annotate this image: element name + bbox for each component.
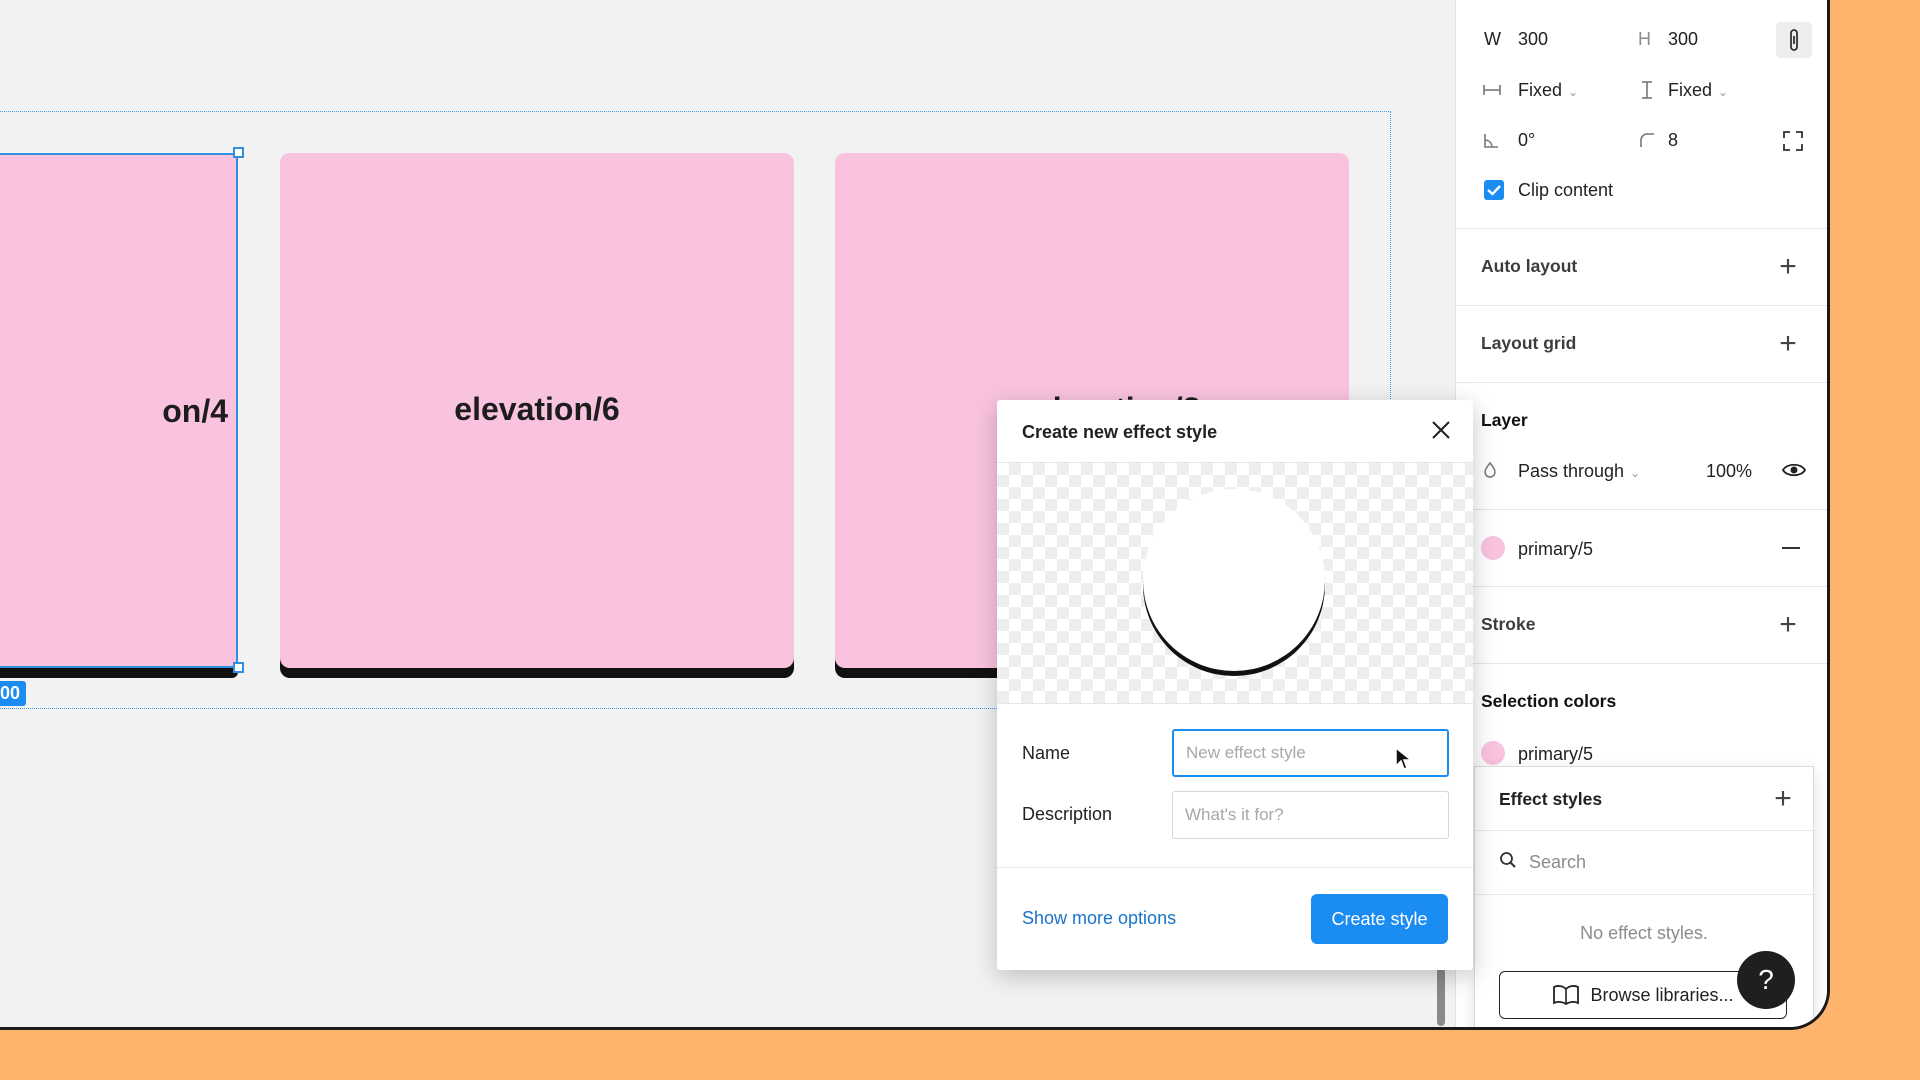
selection-color-name[interactable]: primary/5	[1518, 744, 1593, 765]
fill-section: primary/5	[1456, 509, 1827, 586]
card-label: elevation/6	[454, 391, 620, 427]
height-input[interactable]: 300	[1668, 29, 1698, 50]
show-more-options-link[interactable]: Show more options	[1022, 908, 1176, 929]
section-title: Stroke	[1481, 614, 1536, 634]
eye-icon[interactable]	[1782, 461, 1806, 479]
section-title: Layer	[1481, 410, 1528, 430]
remove-fill-button[interactable]	[1782, 547, 1800, 549]
effect-styles-search-input[interactable]: Search	[1529, 852, 1586, 873]
h-resizing-value: Fixed	[1518, 80, 1563, 100]
height-label: H	[1638, 29, 1651, 49]
stroke-section: Stroke +	[1456, 586, 1827, 663]
book-icon	[1553, 985, 1580, 1006]
layer-opacity-input[interactable]: 100%	[1706, 461, 1752, 482]
fill-color-swatch[interactable]	[1481, 536, 1505, 560]
canvas-scrollbar[interactable]	[1437, 968, 1445, 1026]
constrain-proportions-button[interactable]	[1776, 22, 1812, 58]
empty-state-text: No effect styles.	[1580, 923, 1708, 943]
clip-content-checkbox[interactable]	[1484, 180, 1504, 200]
chevron-down-icon: ⌄	[1630, 466, 1641, 480]
corner-radius-input[interactable]: 8	[1668, 130, 1678, 151]
blend-mode-icon	[1484, 461, 1496, 478]
h-resizing-select[interactable]: Fixed ⌄	[1518, 80, 1578, 101]
blend-mode-select[interactable]: Pass through ⌄	[1518, 461, 1640, 482]
divider	[1475, 894, 1813, 895]
independent-corners-icon[interactable]	[1782, 130, 1804, 152]
dimension-badge: 00	[0, 681, 27, 706]
card-label: on/4	[162, 393, 228, 429]
selection-color-swatch[interactable]	[1481, 741, 1505, 765]
auto-layout-section: Auto layout +	[1456, 228, 1827, 305]
close-icon[interactable]	[1429, 418, 1453, 442]
v-resizing-select[interactable]: Fixed ⌄	[1668, 80, 1728, 101]
card-elevation-4[interactable]: on/4	[0, 153, 238, 668]
add-stroke-button[interactable]: +	[1778, 610, 1798, 640]
fill-style-name[interactable]: primary/5	[1518, 539, 1593, 560]
create-effect-style-dialog: Create new effect style Name Description…	[997, 400, 1473, 970]
chevron-down-icon: ⌄	[1718, 85, 1729, 99]
resize-handle-bottom-right[interactable]	[233, 662, 244, 673]
width-input[interactable]: 300	[1518, 29, 1548, 50]
resize-handle-top-right[interactable]	[233, 147, 244, 158]
effect-preview	[997, 462, 1473, 704]
v-resizing-value: Fixed	[1668, 80, 1713, 100]
rotation-input[interactable]: 0°	[1518, 130, 1535, 151]
corner-radius-icon	[1640, 133, 1654, 147]
blend-mode-value: Pass through	[1518, 461, 1625, 481]
card-elevation-6[interactable]: elevation/6	[280, 153, 794, 668]
add-layout-grid-button[interactable]: +	[1778, 329, 1798, 359]
section-title: Selection colors	[1481, 691, 1617, 711]
create-style-button[interactable]: Create style	[1311, 894, 1448, 944]
section-title: Auto layout	[1481, 256, 1578, 276]
width-label: W	[1484, 29, 1501, 49]
link-icon	[1790, 29, 1798, 51]
search-icon	[1500, 852, 1516, 868]
clip-content-label: Clip content	[1518, 180, 1614, 200]
layer-section: Layer Pass through ⌄ 100%	[1456, 382, 1827, 509]
browse-libraries-label: Browse libraries...	[1590, 984, 1734, 1005]
add-auto-layout-button[interactable]: +	[1778, 252, 1798, 282]
divider	[997, 867, 1473, 868]
effect-styles-title: Effect styles	[1499, 789, 1603, 809]
app-window: on/4 00 elevation/6 elevation/8 W 300 H …	[0, 0, 1830, 1030]
description-input[interactable]	[1172, 791, 1449, 839]
checkmark-icon	[1487, 185, 1501, 196]
rotation-icon	[1484, 134, 1498, 148]
vertical-resize-icon	[1642, 81, 1652, 99]
chevron-down-icon: ⌄	[1568, 85, 1579, 99]
horizontal-resize-icon	[1483, 85, 1501, 95]
name-label: Name	[1022, 743, 1071, 763]
mouse-cursor-icon	[1395, 746, 1414, 770]
create-effect-style-button[interactable]: +	[1773, 784, 1793, 814]
preview-circle	[1143, 489, 1325, 671]
dialog-title: Create new effect style	[1022, 422, 1218, 442]
divider	[1475, 830, 1813, 831]
description-label: Description	[1022, 804, 1113, 824]
help-button[interactable]: ?	[1737, 951, 1795, 1009]
layout-grid-section: Layout grid +	[1456, 305, 1827, 382]
section-title: Layout grid	[1481, 333, 1577, 353]
